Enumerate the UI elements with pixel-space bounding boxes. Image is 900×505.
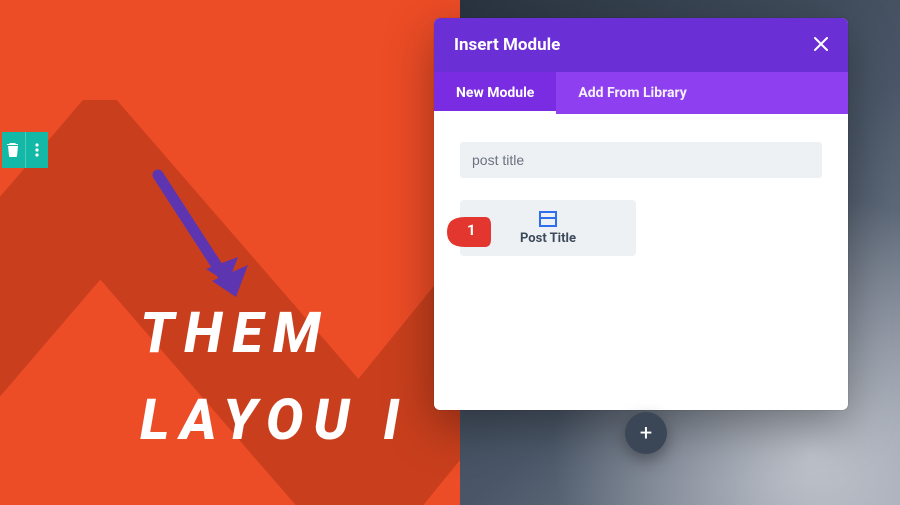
callout-number: 1 bbox=[467, 221, 476, 239]
tab-add-from-library[interactable]: Add From Library bbox=[556, 72, 708, 114]
modal-header: Insert Module bbox=[434, 18, 848, 72]
insert-module-modal: Insert Module New Module Add From Librar… bbox=[434, 18, 848, 410]
hero-line-2: LAYOU I bbox=[140, 387, 409, 453]
modal-body: 1 Post Title bbox=[434, 114, 848, 410]
tab-new-module-label: New Module bbox=[456, 85, 534, 101]
modal-close-button[interactable] bbox=[814, 35, 828, 56]
delete-section-button[interactable] bbox=[2, 132, 25, 168]
post-title-icon bbox=[539, 211, 557, 227]
page-stage: THEM LAYOU I Insert Module bbox=[0, 0, 900, 505]
trash-icon bbox=[7, 143, 19, 157]
tab-library-label: Add From Library bbox=[578, 85, 686, 101]
callout-marker: 1 bbox=[445, 215, 493, 249]
tab-new-module[interactable]: New Module bbox=[434, 72, 556, 114]
modal-title: Insert Module bbox=[454, 35, 560, 55]
add-module-button[interactable]: + bbox=[625, 412, 667, 454]
close-icon bbox=[814, 37, 828, 51]
section-controls bbox=[2, 132, 48, 168]
more-section-button[interactable] bbox=[26, 132, 49, 168]
module-card-wrapper: 1 Post Title bbox=[460, 200, 822, 256]
module-results: 1 Post Title bbox=[460, 200, 822, 256]
module-search-input[interactable] bbox=[460, 142, 822, 178]
hero-heading: THEM LAYOU I bbox=[140, 290, 409, 464]
kebab-icon bbox=[35, 143, 39, 157]
module-card-label: Post Title bbox=[520, 231, 576, 246]
annotation-arrow-icon bbox=[140, 165, 260, 315]
plus-icon: + bbox=[640, 421, 652, 446]
modal-tabs: New Module Add From Library bbox=[434, 72, 848, 114]
